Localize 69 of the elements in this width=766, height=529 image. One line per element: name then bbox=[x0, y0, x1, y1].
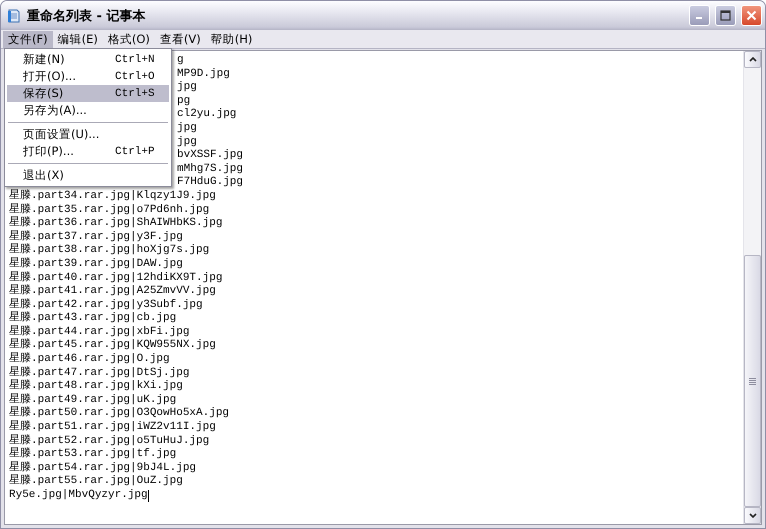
menu-entry[interactable]: 保存(S) Ctrl+S bbox=[7, 85, 169, 102]
menu-entry-label: 打印(P)... bbox=[23, 144, 75, 159]
shortcut-label: Ctrl+S bbox=[115, 88, 155, 100]
menu-entry[interactable]: 另存为(A)... bbox=[7, 102, 169, 119]
text-line: pg bbox=[177, 94, 190, 108]
text-line: 星滕.part48.rar.jpg|kXi.jpg bbox=[9, 380, 183, 393]
menu-entry-label: 打开(O)... bbox=[23, 69, 77, 84]
text-line: 星滕.part41.rar.jpg|A25ZmvVV.jpg bbox=[9, 285, 216, 298]
maximize-icon bbox=[720, 10, 731, 21]
text-line: MP9D.jpg bbox=[177, 68, 230, 81]
maximize-button[interactable] bbox=[715, 5, 736, 26]
text-line: cl2yu.jpg bbox=[177, 108, 236, 122]
scrollbar[interactable] bbox=[743, 51, 761, 524]
text-line: 星滕.part53.rar.jpg|tf.jpg bbox=[9, 448, 176, 461]
text-line: 星滕.part46.rar.jpg|O.jpg bbox=[9, 353, 170, 366]
text-line: 星滕.part52.rar.jpg|o5TuHuJ.jpg bbox=[9, 434, 210, 447]
text-line: 星滕.part54.rar.jpg|9bJ4L.jpg bbox=[9, 462, 196, 474]
shortcut-label: Ctrl+O bbox=[115, 70, 155, 82]
menu-entry-label: 另存为(A)... bbox=[23, 103, 88, 118]
menu-item[interactable]: 编辑(E) bbox=[52, 30, 103, 48]
text-line: jpg bbox=[177, 136, 197, 149]
menu-item[interactable]: 文件(F) bbox=[3, 30, 53, 48]
text-line: 星滕.part45.rar.jpg|KQW955NX.jpg bbox=[9, 339, 216, 352]
menu-item[interactable]: 格式(O) bbox=[102, 30, 155, 48]
close-icon bbox=[746, 10, 757, 21]
minimize-button[interactable] bbox=[689, 5, 710, 26]
menu-entry-label: 新建(N) bbox=[23, 52, 66, 67]
text-line: 星滕.part38.rar.jpg|hoXjg7s.jpg bbox=[9, 244, 210, 257]
menu-entry-label: 保存(S) bbox=[23, 86, 64, 101]
menu-entry[interactable]: 新建(N) Ctrl+N bbox=[7, 51, 169, 68]
text-line: 星滕.part50.rar.jpg|O3QowHo5xA.jpg bbox=[9, 407, 230, 420]
text-line: 星滕.part36.rar.jpg|ShAIWHbKS.jpg bbox=[9, 217, 222, 230]
text-line: 星滕.part39.rar.jpg|DAW.jpg bbox=[9, 258, 183, 271]
text-line: Ry5e.jpg|MbvQyzyr.jpg bbox=[9, 489, 148, 503]
text-line: 星滕.part34.rar.jpg|Klqzy1J9.jpg bbox=[9, 190, 216, 203]
text-line: 星滕.part35.rar.jpg|o7Pd6nh.jpg bbox=[9, 204, 210, 216]
shortcut-label: Ctrl+N bbox=[115, 54, 155, 66]
text-area[interactable] bbox=[4, 50, 762, 525]
text-line: 星滕.part51.rar.jpg|iWZ2v11I.jpg bbox=[9, 421, 216, 434]
menu-item[interactable]: 查看(V) bbox=[154, 30, 206, 48]
menu-entry-label: 退出(X) bbox=[23, 168, 65, 183]
scroll-up-button[interactable] bbox=[744, 51, 761, 68]
menu-entry[interactable]: 页面设置(U)... bbox=[7, 126, 169, 143]
text-line: 星滕.part43.rar.jpg|cb.jpg bbox=[9, 312, 176, 325]
text-line: F7HduG.jpg bbox=[177, 176, 244, 190]
text-line: 星滕.part44.rar.jpg|xbFi.jpg bbox=[9, 326, 190, 338]
grip-icon bbox=[749, 378, 756, 384]
menu-item[interactable]: 帮助(H) bbox=[206, 30, 258, 48]
window-title: 重命名列表 - 记事本 bbox=[27, 8, 146, 24]
text-line: g bbox=[177, 54, 184, 68]
scroll-thumb[interactable] bbox=[744, 255, 761, 507]
menu-entry[interactable]: 打开(O)... Ctrl+O bbox=[7, 68, 169, 85]
menu-entry[interactable]: 退出(X) bbox=[7, 167, 169, 184]
text-line: jpg bbox=[177, 122, 197, 136]
menu-entry-label: 页面设置(U)... bbox=[23, 127, 100, 142]
text-line: mMhg7S.jpg bbox=[177, 162, 244, 176]
text-line: bvXSSF.jpg bbox=[177, 149, 244, 163]
close-button[interactable] bbox=[741, 5, 762, 26]
text-line: 星滕.part37.rar.jpg|y3F.jpg bbox=[9, 230, 183, 243]
shortcut-label: Ctrl+P bbox=[115, 146, 155, 158]
text-line: 星滕.part42.rar.jpg|y3Subf.jpg bbox=[9, 298, 203, 311]
menu-entry[interactable]: 打印(P)... Ctrl+P bbox=[7, 143, 169, 160]
text-line: 星滕.part40.rar.jpg|12hdiKX9T.jpg bbox=[9, 272, 222, 284]
notepad-icon bbox=[6, 8, 22, 24]
text-line: 星滕.part49.rar.jpg|uK.jpg bbox=[9, 394, 176, 406]
scroll-down-button[interactable] bbox=[744, 507, 761, 524]
text-line: jpg bbox=[177, 81, 197, 95]
text-line: 星滕.part47.rar.jpg|DtSj.jpg bbox=[9, 366, 190, 379]
text-line: 星滕.part55.rar.jpg|OuZ.jpg bbox=[9, 475, 183, 489]
